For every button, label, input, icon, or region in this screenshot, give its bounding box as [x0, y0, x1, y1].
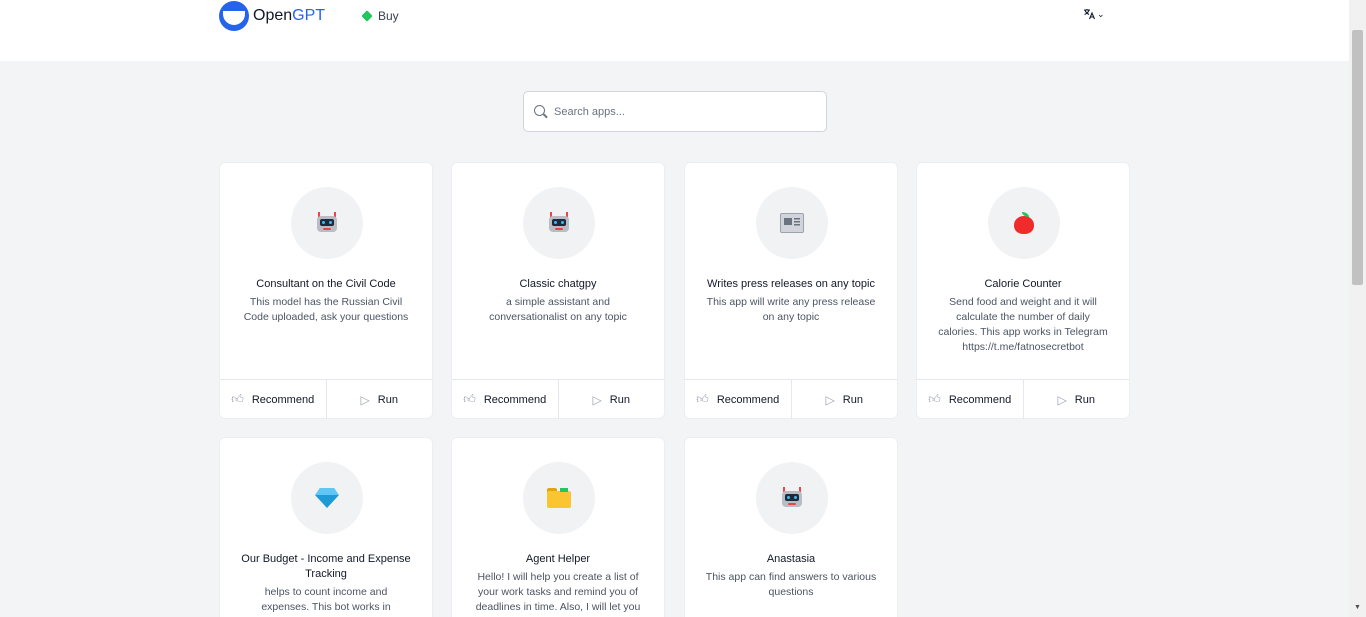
app-card[interactable]: Our Budget - Income and Expense Tracking… [219, 437, 433, 617]
recommend-button[interactable]: 👍︎ Recommend [220, 380, 326, 419]
recommend-button[interactable]: 👍︎ Recommend [917, 380, 1023, 419]
robot-icon [780, 487, 804, 509]
gem-icon [315, 488, 339, 508]
scrollbar-thumb[interactable] [1352, 30, 1363, 285]
run-button[interactable]: ▷ Run [1022, 380, 1130, 419]
robot-icon [547, 212, 571, 234]
robot-icon [315, 212, 339, 234]
app-avatar [291, 462, 363, 534]
search-icon [534, 104, 548, 119]
app-card[interactable]: Agent Helper Hello! I will help you crea… [451, 437, 665, 617]
play-icon: ▷ [592, 392, 602, 407]
translate-icon [1084, 9, 1095, 20]
app-title: Calorie Counter [984, 278, 1062, 290]
play-icon: ▷ [360, 392, 370, 407]
thumbs-up-icon: 👍︎ [928, 392, 941, 406]
folder-icon [547, 488, 571, 508]
play-icon: ▷ [825, 392, 835, 407]
app-avatar [988, 187, 1060, 259]
top-navbar: OpenGPT Buy ⌄ [0, 0, 1349, 61]
app-actions: 👍︎ Recommend ▷ Run [220, 379, 432, 419]
app-avatar [756, 462, 828, 534]
app-card[interactable]: Writes press releases on any topic This … [684, 162, 898, 419]
app-card[interactable]: Calorie Counter Send food and weight and… [916, 162, 1130, 419]
app-description: helps to count income and expenses. This… [261, 586, 391, 613]
apple-icon [1013, 212, 1035, 234]
app-actions: 👍︎ Recommend ▷ Run [917, 379, 1129, 419]
app-title: Writes press releases on any topic [707, 278, 875, 290]
run-button[interactable]: ▷ Run [557, 380, 665, 419]
app-actions: 👍︎ Recommend ▷ Run [452, 379, 664, 419]
logo-text: OpenGPT [253, 7, 326, 24]
app-avatar [523, 462, 595, 534]
app-actions: 👍︎ Recommend ▷ Run [685, 379, 897, 419]
app-card[interactable]: Anastasia This app can find answers to v… [684, 437, 898, 617]
app-description: This app can find answers to various que… [705, 571, 877, 598]
app-description: a simple assistant and conversationalist… [489, 296, 627, 323]
logo-icon [219, 1, 249, 31]
buy-label: Buy [378, 9, 399, 23]
app-avatar [756, 187, 828, 259]
app-card[interactable]: Classic chatgpy a simple assistant and c… [451, 162, 665, 419]
buy-link[interactable]: Buy [362, 9, 399, 23]
newspaper-icon [780, 213, 804, 233]
recommend-button[interactable]: 👍︎ Recommend [685, 380, 791, 419]
chevron-down-icon: ⌄ [1097, 8, 1105, 19]
search-input[interactable] [554, 105, 804, 118]
language-selector[interactable]: ⌄ [1083, 8, 1105, 20]
app-description: Hello! I will help you create a list of … [475, 571, 641, 613]
run-button[interactable]: ▷ Run [325, 380, 433, 419]
app-avatar [291, 187, 363, 259]
app-card[interactable]: Consultant on the Civil Code This model … [219, 162, 433, 419]
diamond-icon [362, 11, 372, 21]
app-title: Classic chatgpy [519, 278, 597, 290]
search-box[interactable] [523, 91, 827, 132]
play-icon: ▷ [1057, 392, 1067, 407]
thumbs-up-icon: 👍︎ [231, 392, 244, 406]
app-title: Our Budget - Income and Expense Tracking [241, 553, 411, 580]
app-description: Send food and weight and it will calcula… [938, 296, 1108, 353]
run-button[interactable]: ▷ Run [790, 380, 898, 419]
logo[interactable]: OpenGPT [219, 1, 325, 31]
thumbs-up-icon: 👍︎ [463, 392, 476, 406]
recommend-button[interactable]: 👍︎ Recommend [452, 380, 558, 419]
scroll-down-arrow-icon[interactable]: ▼ [1352, 603, 1363, 613]
app-title: Anastasia [766, 553, 816, 565]
app-title: Consultant on the Civil Code [256, 278, 396, 290]
app-description: This app will write any press release on… [706, 296, 876, 323]
app-avatar [523, 187, 595, 259]
app-title: Agent Helper [525, 553, 591, 565]
thumbs-up-icon: 👍︎ [696, 392, 709, 406]
app-description: This model has the Russian Civil Code up… [243, 296, 409, 323]
